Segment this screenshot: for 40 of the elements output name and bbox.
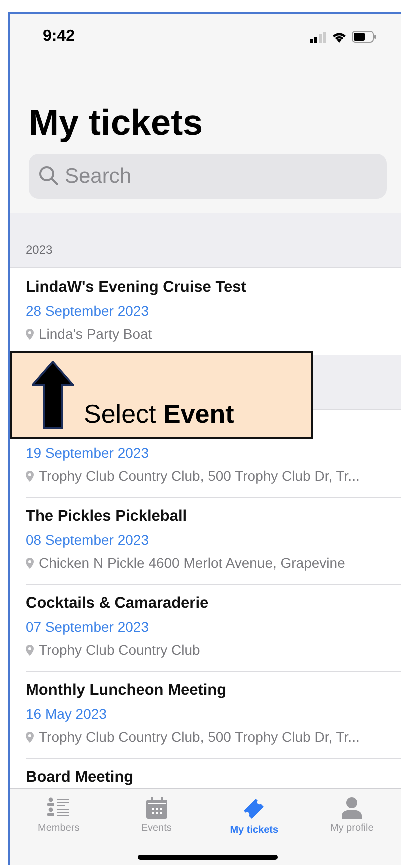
ticket-item[interactable]: LindaW's Evening Cruise Test 28 September 2023 Linda's Party Boat bbox=[10, 268, 401, 355]
event-location: Trophy Club Country Club, 500 Trophy Club Dr, Tr... bbox=[39, 728, 360, 747]
ticket-icon bbox=[242, 797, 266, 821]
wifi-icon bbox=[332, 32, 347, 42]
event-location: Trophy Club Country Club, 500 Trophy Club Dr, Tr... bbox=[39, 467, 360, 486]
search-icon bbox=[39, 166, 59, 186]
calendar-icon bbox=[146, 797, 168, 819]
up-arrow-icon bbox=[32, 361, 74, 429]
section-year: 2023 bbox=[26, 243, 53, 257]
ticket-item[interactable]: The Pickles Pickleball 08 September 2023 Chicken N Pickle 4600 Merlot Avenue, Grapevine bbox=[10, 497, 401, 584]
signal-icon bbox=[310, 32, 327, 42]
person-icon bbox=[341, 797, 364, 819]
event-location: Linda's Party Boat bbox=[39, 325, 152, 344]
page-title: My tickets bbox=[29, 102, 204, 144]
event-location: Trophy Club Country Club bbox=[39, 641, 200, 660]
location-pin-icon bbox=[26, 732, 34, 742]
event-date: 28 September 2023 bbox=[26, 302, 150, 321]
event-title: Board Meeting bbox=[26, 769, 134, 786]
event-date: 19 September 2023 bbox=[26, 444, 150, 463]
event-title: LindaW's Evening Cruise Test bbox=[26, 279, 246, 296]
status-time: 9:42 bbox=[43, 28, 76, 46]
event-date: 07 September 2023 bbox=[26, 618, 150, 637]
event-title: Cocktails & Camaraderie bbox=[26, 595, 209, 612]
event-title: The Pickles Pickleball bbox=[26, 508, 188, 525]
event-title: Monthly Luncheon Meeting bbox=[26, 682, 227, 699]
ticket-item[interactable]: Board Meeting bbox=[10, 758, 401, 788]
event-location: Chicken N Pickle 4600 Merlot Avenue, Grapevine bbox=[39, 554, 346, 573]
ticket-item[interactable]: Cocktails & Camaraderie 07 September 2023 Trophy Club Country Club bbox=[10, 584, 401, 671]
event-date: 16 May 2023 bbox=[26, 705, 108, 724]
member-list-icon bbox=[46, 797, 71, 819]
location-pin-icon bbox=[26, 558, 34, 568]
battery-icon bbox=[352, 31, 377, 43]
search-field[interactable]: Search bbox=[29, 154, 387, 199]
location-pin-icon bbox=[26, 328, 34, 340]
ticket-item[interactable]: Monthly Luncheon Meeting 16 May 2023 Trophy Club Country Club, 500 Trophy Club Dr, Tr... bbox=[10, 671, 401, 758]
location-pin-icon bbox=[26, 470, 34, 482]
tab-item[interactable]: My tickets bbox=[206, 789, 304, 865]
location-pin-icon bbox=[26, 644, 34, 656]
event-date: 08 September 2023 bbox=[26, 531, 150, 550]
callout-text: Select Event bbox=[84, 399, 234, 429]
